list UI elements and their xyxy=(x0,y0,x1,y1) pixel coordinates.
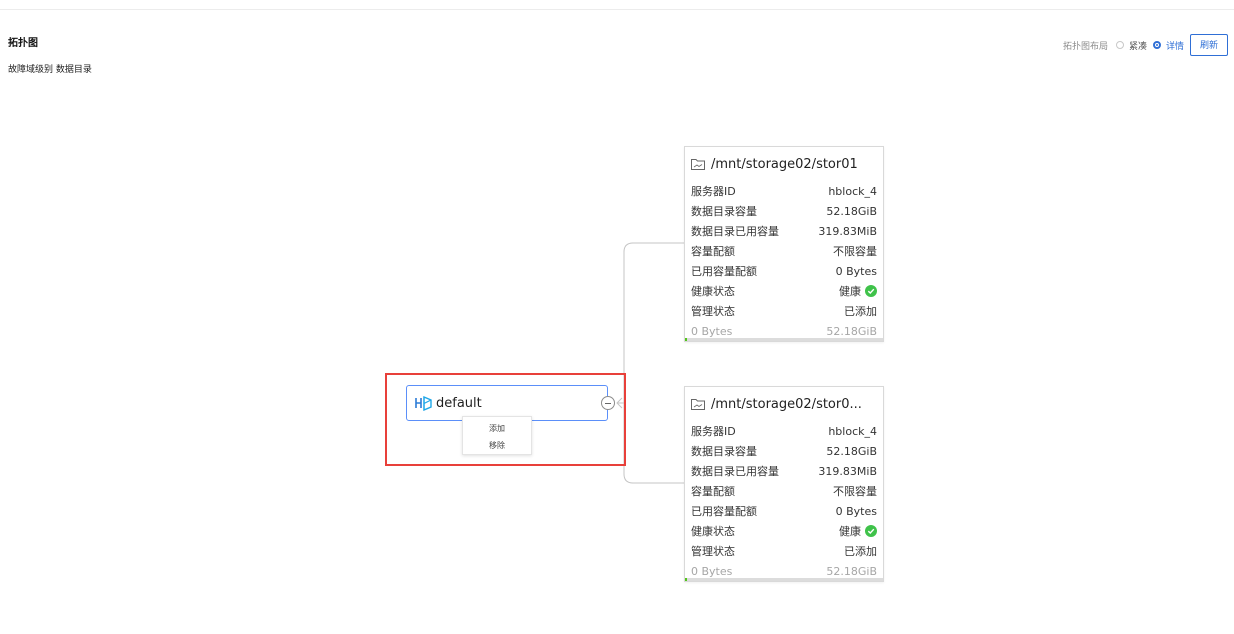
field-value: 319.83MiB xyxy=(818,464,877,478)
health-value: 健康 xyxy=(839,283,877,299)
field-key: 数据目录已用容量 xyxy=(691,225,779,238)
usage-bar-fill xyxy=(685,578,687,581)
field-key: 数据目录容量 xyxy=(691,205,757,218)
menu-item-add[interactable]: 添加 xyxy=(463,420,531,437)
field-row: 容量配额 不限容量 xyxy=(685,481,883,501)
usage-total: 52.18GiB xyxy=(826,564,877,578)
field-key: 管理状态 xyxy=(691,545,735,558)
usage-bar-fill xyxy=(685,338,687,341)
connector-to-card-1 xyxy=(617,242,684,404)
usage-bar xyxy=(685,578,883,581)
folder-icon xyxy=(691,159,705,170)
data-dir-card[interactable]: /mnt/storage02/stor01 服务器ID hblock_4 数据目录… xyxy=(684,146,884,342)
field-key: 健康状态 xyxy=(691,285,735,298)
usage-total: 52.18GiB xyxy=(826,324,877,338)
usage-used: 0 Bytes xyxy=(691,564,733,578)
card-header: /mnt/storage02/stor01 xyxy=(685,147,883,181)
field-value: 不限容量 xyxy=(833,245,877,258)
connector-to-card-2 xyxy=(617,402,684,484)
field-value: 52.18GiB xyxy=(826,444,877,458)
card-path: /mnt/storage02/stor01 xyxy=(711,156,858,172)
field-row: 服务器ID hblock_4 xyxy=(685,181,883,201)
field-row: 已用容量配额 0 Bytes xyxy=(685,501,883,521)
collapse-icon[interactable] xyxy=(601,396,615,410)
field-row: 已用容量配额 0 Bytes xyxy=(685,261,883,281)
field-row: 数据目录容量 52.18GiB xyxy=(685,201,883,221)
health-value: 健康 xyxy=(839,523,877,539)
data-dir-card[interactable]: /mnt/storage02/stor0... 服务器ID hblock_4 数据… xyxy=(684,386,884,582)
field-value: 已添加 xyxy=(844,545,877,558)
check-circle-icon xyxy=(865,285,877,297)
field-row: 数据目录容量 52.18GiB xyxy=(685,441,883,461)
field-value: 0 Bytes xyxy=(835,264,877,278)
field-row: 容量配额 不限容量 xyxy=(685,241,883,261)
field-key: 容量配额 xyxy=(691,245,735,258)
field-key: 数据目录容量 xyxy=(691,445,757,458)
field-row: 服务器ID hblock_4 xyxy=(685,421,883,441)
usage-used: 0 Bytes xyxy=(691,324,733,338)
field-key: 健康状态 xyxy=(691,525,735,538)
context-menu: 添加 移除 xyxy=(462,416,532,455)
field-row: 数据目录已用容量 319.83MiB xyxy=(685,221,883,241)
check-circle-icon xyxy=(865,525,877,537)
field-key: 服务器ID xyxy=(691,425,736,438)
field-value: 0 Bytes xyxy=(835,504,877,518)
field-value: hblock_4 xyxy=(828,424,877,438)
card-path: /mnt/storage02/stor0... xyxy=(711,396,862,412)
field-key: 数据目录已用容量 xyxy=(691,465,779,478)
field-key: 服务器ID xyxy=(691,185,736,198)
field-row-health: 健康状态 健康 xyxy=(685,521,883,541)
root-node-name: default xyxy=(436,395,482,411)
field-row: 管理状态 已添加 xyxy=(685,541,883,561)
folder-icon xyxy=(691,399,705,410)
field-key: 已用容量配额 xyxy=(691,505,757,518)
field-row: 数据目录已用容量 319.83MiB xyxy=(685,461,883,481)
field-key: 管理状态 xyxy=(691,305,735,318)
hyperblock-logo-icon xyxy=(415,395,433,411)
field-value: hblock_4 xyxy=(828,184,877,198)
field-key: 已用容量配额 xyxy=(691,265,757,278)
usage-bar xyxy=(685,338,883,341)
field-row: 管理状态 已添加 xyxy=(685,301,883,321)
field-value: 已添加 xyxy=(844,305,877,318)
card-header: /mnt/storage02/stor0... xyxy=(685,387,883,421)
field-value: 319.83MiB xyxy=(818,224,877,238)
health-text: 健康 xyxy=(839,285,861,298)
field-value: 不限容量 xyxy=(833,485,877,498)
menu-item-remove[interactable]: 移除 xyxy=(463,437,531,454)
field-row-health: 健康状态 健康 xyxy=(685,281,883,301)
health-text: 健康 xyxy=(839,525,861,538)
field-key: 容量配额 xyxy=(691,485,735,498)
topology-connectors xyxy=(616,242,684,484)
field-value: 52.18GiB xyxy=(826,204,877,218)
